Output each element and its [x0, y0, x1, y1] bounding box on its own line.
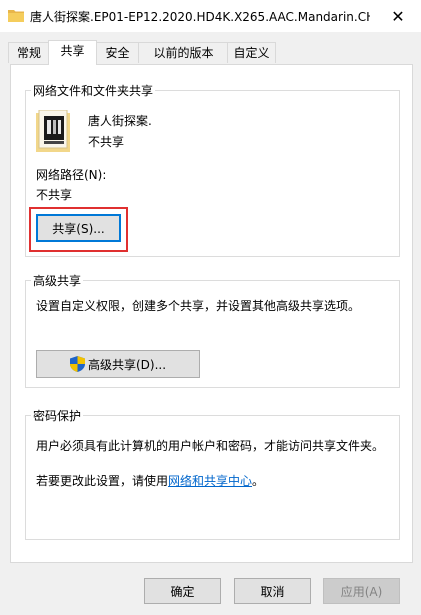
tab-general[interactable]: 常规: [8, 42, 50, 63]
title-bar: 唐人街探案.EP01-EP12.2020.HD4K.X265.AAC.Manda…: [0, 0, 421, 32]
tab-customize[interactable]: 自定义: [227, 42, 276, 63]
apply-button[interactable]: 应用(A): [323, 578, 400, 604]
window-title: 唐人街探案.EP01-EP12.2020.HD4K.X265.AAC.Manda…: [30, 10, 370, 24]
folder-share-status: 不共享: [88, 135, 125, 149]
close-icon: ✕: [391, 6, 405, 26]
folder-thumbnail-icon: [36, 110, 70, 152]
share-button[interactable]: 共享(S)...: [36, 214, 121, 242]
tab-security[interactable]: 安全: [95, 42, 140, 63]
advanced-share-group-label: 高级共享: [31, 272, 84, 289]
network-sharing-center-link[interactable]: 网络和共享中心: [168, 474, 252, 488]
advanced-share-button-label: 高级共享(D)...: [87, 357, 167, 372]
change-setting-prefix: 若要更改此设置，请使用: [36, 474, 169, 488]
folder-name: 唐人街探案.: [88, 114, 152, 128]
network-path-label: 网络路径(N):: [36, 168, 107, 182]
password-protection-description: 用户必须具有此计算机的用户帐户和密码，才能访问共享文件夹。: [36, 439, 385, 453]
advanced-share-description: 设置自定义权限，创建多个共享，并设置其他高级共享选项。: [36, 299, 361, 313]
change-setting-suffix: 。: [252, 474, 265, 488]
ok-button[interactable]: 确定: [144, 578, 221, 604]
network-share-group-label: 网络文件和文件夹共享: [31, 82, 156, 99]
cancel-button[interactable]: 取消: [234, 578, 311, 604]
change-setting-sentence: 若要更改此设置，请使用网络和共享中心。: [36, 472, 264, 489]
network-path-value: 不共享: [36, 188, 73, 202]
tab-panel: 网络文件和文件夹共享 唐人街探案. 不共享 网络路径(N): 不共享 共享(S)…: [10, 64, 413, 563]
tab-previous-versions[interactable]: 以前的版本: [138, 42, 229, 63]
password-protection-group-label: 密码保护: [31, 407, 84, 424]
folder-icon: [8, 10, 24, 22]
tab-sharing[interactable]: 共享: [48, 40, 97, 65]
close-button[interactable]: ✕: [375, 0, 421, 32]
uac-shield-icon: [69, 356, 85, 372]
advanced-share-button[interactable]: 高级共享(D)...: [36, 350, 200, 378]
